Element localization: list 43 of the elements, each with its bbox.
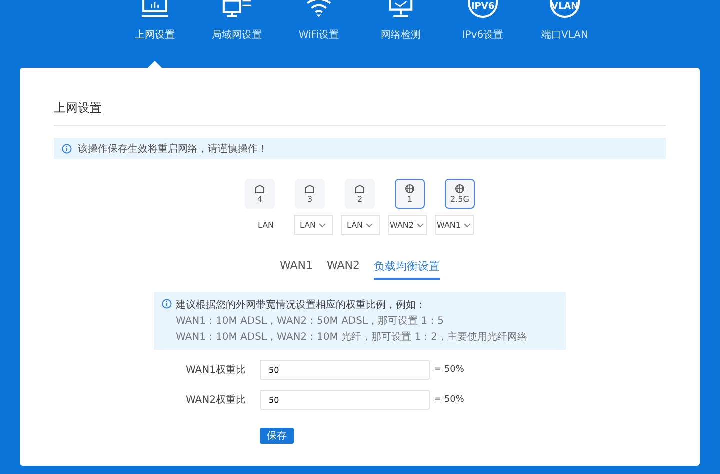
tab[interactable]: 负载均衡设置 — [374, 259, 440, 280]
nav-item[interactable]: 网络检测 — [371, 0, 431, 68]
circle-badge-icon: IPV6 — [468, 0, 498, 18]
nav-item[interactable]: VLAN 端口VLAN — [535, 0, 595, 68]
port-button[interactable]: 1 — [395, 179, 425, 210]
notice-text: 该操作保存生效将重启网络，请谨慎操作！ — [78, 142, 268, 156]
globe-icon — [455, 184, 465, 194]
hint-text: WAN1：10M ADSL，WAN2：10M 光纤，那可设置 1：2，主要使用光纤网络 — [176, 330, 528, 344]
weight-ratio: = 50% — [434, 395, 464, 406]
hint-text: 建议根据您的外网带宽情况设置相应的权重比例，例如： — [176, 298, 427, 312]
hint-text: WAN1：10M ADSL，WAN2：50M ADSL，那可设置 1：5 — [176, 314, 445, 328]
port-mode-select[interactable]: WAN1 — [434, 215, 474, 236]
port-mode-label: LAN — [256, 220, 276, 232]
tab[interactable]: WAN1 — [280, 259, 313, 280]
nav-item[interactable]: 局域网设置 — [207, 0, 267, 68]
tab[interactable]: WAN2 — [327, 259, 360, 280]
weight-ratio: = 50% — [434, 365, 464, 376]
info-icon — [162, 299, 172, 310]
port-mode-select[interactable]: LAN — [340, 215, 380, 236]
weight-input[interactable]: 50 — [260, 390, 430, 410]
nav-item[interactable]: IPV6 IPv6设置 — [453, 0, 513, 68]
info-icon — [62, 144, 72, 154]
port-button[interactable]: 3 — [295, 179, 325, 210]
port-icon — [355, 184, 365, 194]
globe-icon — [405, 184, 415, 194]
port-button[interactable]: 4 — [245, 179, 275, 210]
chevron-down-icon — [417, 222, 424, 228]
port-icon — [255, 184, 265, 194]
chevron-down-icon — [366, 222, 374, 228]
save-button[interactable]: 保存 — [260, 428, 294, 444]
port-button[interactable]: 2.5G — [445, 179, 475, 210]
weight-label: WAN1权重比 — [184, 364, 247, 378]
chevron-down-icon — [464, 222, 472, 228]
circle-badge-icon: VLAN — [550, 0, 580, 18]
nav-item[interactable]: WiFi设置 — [289, 0, 349, 68]
page-title: 上网设置 — [54, 90, 666, 126]
port-mode-select[interactable]: LAN — [294, 215, 332, 236]
port-mode-select[interactable]: WAN2 — [388, 215, 426, 236]
weight-input[interactable]: 50 — [260, 360, 430, 380]
port-icon — [305, 184, 315, 194]
port-button[interactable]: 2 — [345, 179, 375, 210]
chevron-down-icon — [319, 222, 326, 228]
weight-label: WAN2权重比 — [184, 394, 247, 408]
